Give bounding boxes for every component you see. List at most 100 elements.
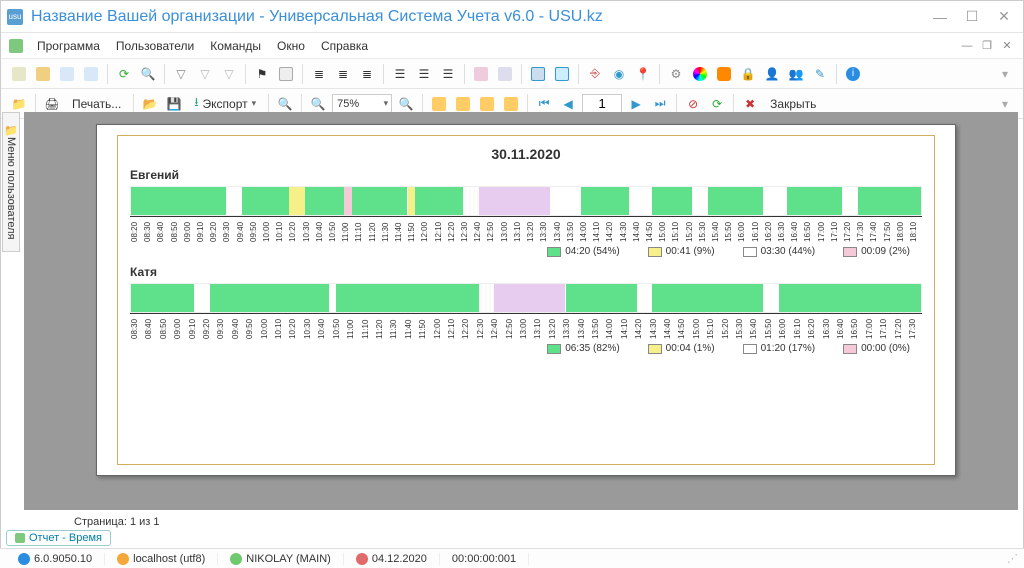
window-title: Название Вашей организации - Универсальн… — [31, 8, 921, 26]
tb-user-icon[interactable]: 👤 — [762, 64, 782, 84]
tb-flag-icon[interactable]: ⚑ — [252, 64, 272, 84]
menu-program[interactable]: Программа — [29, 37, 108, 55]
status-date: 04.12.2020 — [372, 553, 427, 565]
page-info-label: Страница: 1 из 1 — [74, 516, 160, 528]
report-user-2-legend: 06:35 (82%) 00:04 (1%) 01:20 (17%) 00:00… — [130, 343, 922, 354]
report-user-1-name: Евгений — [130, 168, 922, 182]
rtb-open-icon[interactable]: 📂 — [140, 94, 160, 114]
rtb-close-icon[interactable]: ✖ — [740, 94, 760, 114]
rtb-layout3-icon[interactable] — [477, 94, 497, 114]
tb-list1-icon[interactable]: ≣ — [309, 64, 329, 84]
tb-window-icon[interactable] — [528, 64, 548, 84]
tb-overflow-icon[interactable]: ▾ — [995, 64, 1015, 84]
document-tab-label: Отчет - Время — [29, 532, 102, 544]
titlebar: usu Название Вашей организации - Универс… — [1, 1, 1023, 33]
document-tab-icon — [15, 533, 25, 543]
tb-chart-icon[interactable] — [495, 64, 515, 84]
mdi-close-button[interactable]: ✕ — [999, 39, 1015, 53]
tb-new-icon[interactable] — [9, 64, 29, 84]
window-maximize-button[interactable]: ☐ — [959, 8, 985, 26]
tb-filter-off-icon[interactable]: ▽ — [195, 64, 215, 84]
rtb-overflow-icon[interactable]: ▾ — [995, 94, 1015, 114]
tb-search-icon[interactable]: 🔍 — [138, 64, 158, 84]
status-calendar-icon — [356, 553, 368, 565]
document-tab-report-time[interactable]: Отчет - Время — [6, 530, 111, 546]
main-toolbar: ⟳ 🔍 ▽ ▽ ▽ ⚑ ≣ ≣ ≣ ☰ ☰ ☰ ⎆ ◉ 📍 ⚙ 🔒 👤 👥 ✎ … — [1, 59, 1023, 89]
report-user-1-timeline — [130, 186, 922, 216]
tb-list2-icon[interactable]: ≣ — [333, 64, 353, 84]
rtb-prev-page-icon[interactable]: ◀ — [558, 94, 578, 114]
status-version: 6.0.9050.10 — [34, 553, 92, 565]
rtb-page-input[interactable] — [582, 94, 622, 114]
rtb-layout1-icon[interactable] — [429, 94, 449, 114]
mdi-minimize-button[interactable]: ― — [959, 39, 975, 53]
statusbar: 6.0.9050.10 localhost (utf8) NIKOLAY (MA… — [0, 548, 1024, 568]
window-minimize-button[interactable]: ― — [927, 8, 953, 26]
rtb-folder-icon[interactable]: 📁 — [9, 94, 29, 114]
rtb-zoom-combo[interactable]: 75% — [332, 94, 392, 114]
report-user-2-axis: 08:3008:4008:5009:0009:1009:2009:3009:40… — [130, 313, 922, 339]
rtb-find-icon[interactable]: 🔍 — [275, 94, 295, 114]
tb-rss-icon[interactable] — [714, 64, 734, 84]
status-user: NIKOLAY (MAIN) — [246, 553, 331, 565]
rtb-layout4-icon[interactable] — [501, 94, 521, 114]
tb-grid-icon[interactable] — [276, 64, 296, 84]
tb-gear-icon[interactable]: ⚙ — [666, 64, 686, 84]
side-tab-user-menu[interactable]: 📁 Меню пользователя — [2, 112, 20, 252]
rtb-print-icon[interactable]: 🖨 — [42, 94, 62, 114]
tb-monitor-icon[interactable] — [552, 64, 572, 84]
tb-wand-icon[interactable]: ✎ — [810, 64, 830, 84]
rtb-export-label: Экспорт — [203, 97, 248, 111]
menu-window[interactable]: Окно — [269, 37, 313, 55]
mdi-restore-button[interactable]: ❐ — [979, 39, 995, 53]
report-viewport[interactable]: 30.11.2020 Евгений — [24, 112, 1018, 510]
status-db-icon — [117, 553, 129, 565]
menu-icon — [9, 39, 23, 53]
window-close-button[interactable]: ✕ — [991, 8, 1017, 26]
report-user-1-axis: 08:2008:3008:4008:5009:0009:1009:2009:30… — [130, 216, 922, 242]
menu-users[interactable]: Пользователи — [108, 37, 202, 55]
menu-help[interactable]: Справка — [313, 37, 376, 55]
tb-info-icon[interactable]: i — [843, 64, 863, 84]
tb-colors-icon[interactable] — [690, 64, 710, 84]
tb-tree3-icon[interactable]: ☰ — [438, 64, 458, 84]
tb-filter-clear-icon[interactable]: ▽ — [219, 64, 239, 84]
rtb-next-page-icon[interactable]: ▶ — [626, 94, 646, 114]
tb-tree1-icon[interactable]: ☰ — [390, 64, 410, 84]
tb-tree2-icon[interactable]: ☰ — [414, 64, 434, 84]
tb-image-icon[interactable] — [471, 64, 491, 84]
app-icon: usu — [7, 9, 23, 25]
rtb-stop-icon[interactable]: ⊘ — [683, 94, 703, 114]
menubar: Программа Пользователи Команды Окно Спра… — [1, 33, 1023, 59]
rtb-zoom-in-icon[interactable]: 🔍 — [396, 94, 416, 114]
report-user-2-timeline — [130, 283, 922, 313]
rtb-zoom-out-icon[interactable]: 🔍 — [308, 94, 328, 114]
rtb-first-page-icon[interactable]: ⏮ — [534, 94, 554, 114]
report-user-2-name: Катя — [130, 265, 922, 279]
report-date: 30.11.2020 — [130, 146, 922, 162]
tb-paste-icon[interactable] — [81, 64, 101, 84]
rtb-last-page-icon[interactable]: ⏭ — [650, 94, 670, 114]
tb-exit-icon[interactable]: ⎆ — [585, 64, 605, 84]
rtb-reload-icon[interactable]: ⟳ — [707, 94, 727, 114]
tb-list3-icon[interactable]: ≣ — [357, 64, 377, 84]
status-elapsed: 00:00:00:001 — [452, 553, 516, 565]
tb-copy-icon[interactable] — [57, 64, 77, 84]
tb-refresh-icon[interactable]: ⟳ — [114, 64, 134, 84]
tb-globe-icon[interactable]: ◉ — [609, 64, 629, 84]
status-server: localhost (utf8) — [133, 553, 205, 565]
tb-pin-icon[interactable]: 📍 — [633, 64, 653, 84]
tb-open-icon[interactable] — [33, 64, 53, 84]
side-tab-label: Меню пользователя — [5, 137, 17, 239]
tb-filter-icon[interactable]: ▽ — [171, 64, 191, 84]
report-page: 30.11.2020 Евгений — [96, 124, 956, 476]
report-user-1-legend: 04:20 (54%) 00:41 (9%) 03:30 (44%) 00:09… — [130, 246, 922, 257]
resize-grip-icon[interactable]: ⋰ — [1007, 552, 1018, 565]
rtb-save-icon[interactable]: 💾 — [164, 94, 184, 114]
tb-users-icon[interactable]: 👥 — [786, 64, 806, 84]
rtb-layout2-icon[interactable] — [453, 94, 473, 114]
tb-lock-icon[interactable]: 🔒 — [738, 64, 758, 84]
status-user-icon — [230, 553, 242, 565]
status-info-icon — [18, 553, 30, 565]
menu-commands[interactable]: Команды — [202, 37, 269, 55]
